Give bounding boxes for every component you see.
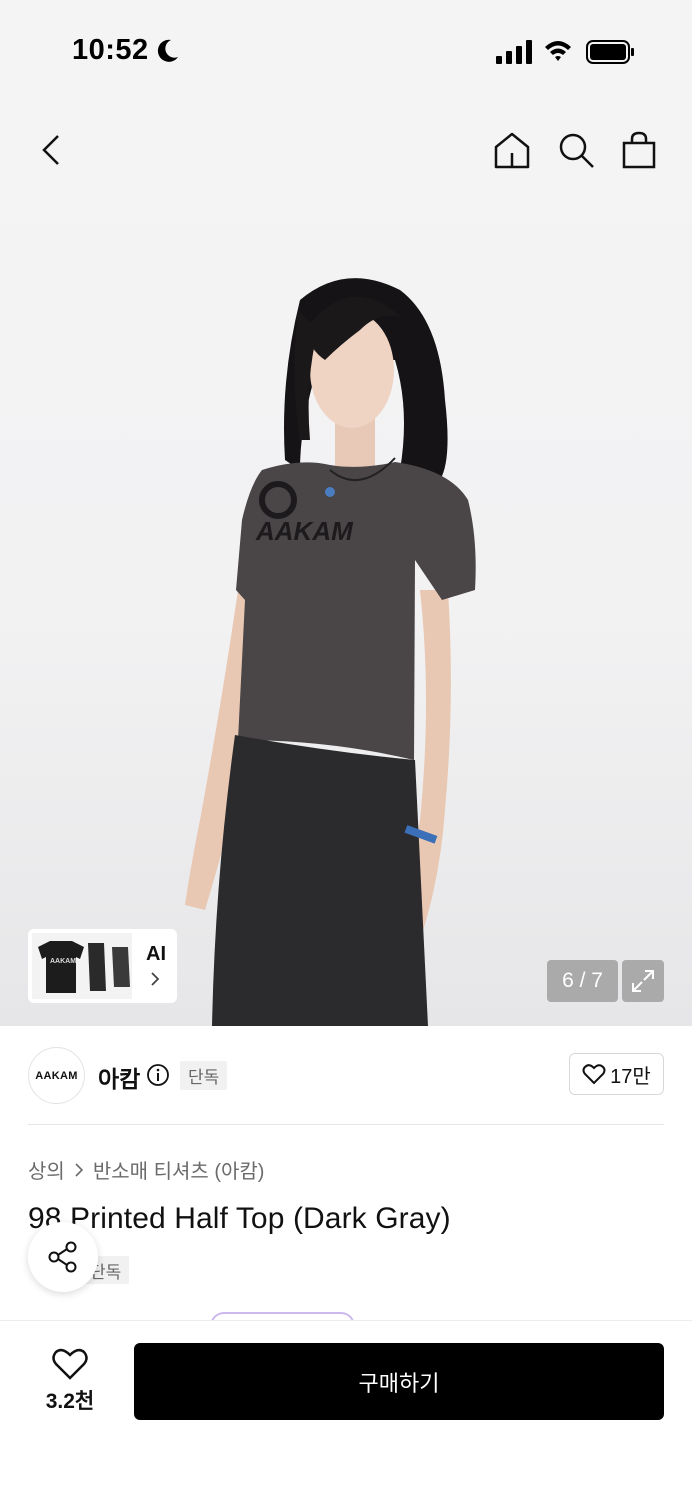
product-title: 98 Printed Half Top (Dark Gray): [28, 1202, 451, 1235]
back-button[interactable]: [30, 128, 72, 172]
brand-like-button[interactable]: 17만: [569, 1053, 664, 1095]
svg-text:AAKAM: AAKAM: [255, 516, 354, 546]
chevron-right-icon: [75, 1162, 83, 1177]
home-icon: [494, 132, 530, 169]
breadcrumb-subcategory[interactable]: 반소매 티셔츠 (아캄): [93, 1155, 265, 1184]
tshirt-thumbnail: AAKAM: [32, 933, 132, 999]
brand-like-count: 17만: [610, 1065, 651, 1088]
battery-icon: [586, 40, 634, 64]
moon-icon: [157, 39, 178, 62]
ai-similar-products-button[interactable]: AAKAM AI: [28, 929, 177, 1003]
product-image-gallery[interactable]: AAKAM 10:52 AAKAM AI 6 / 7: [0, 0, 692, 1026]
breadcrumb: 상의 반소매 티셔츠 (아캄): [28, 1155, 264, 1184]
wifi-icon: [545, 41, 571, 61]
brand-row: AAKAM 아캄 단독 17만: [28, 1046, 664, 1106]
signal-icon: [496, 40, 532, 64]
search-button[interactable]: [554, 128, 598, 172]
buy-button[interactable]: 구매하기: [134, 1343, 664, 1420]
brand-name[interactable]: 아캄: [98, 1060, 140, 1094]
status-bar: 10:52: [0, 0, 692, 100]
heart-icon: [582, 1064, 606, 1085]
heart-icon: [52, 1348, 88, 1380]
expand-icon: [632, 970, 654, 992]
image-counter: 6 / 7: [547, 960, 618, 1002]
bag-icon: [622, 131, 656, 169]
exclusive-badge: 단독: [180, 1061, 228, 1090]
brand-logo[interactable]: AAKAM: [28, 1047, 85, 1104]
status-time: 10:52: [72, 34, 149, 66]
divider: [28, 1124, 664, 1125]
chevron-right-icon: [151, 972, 160, 986]
wishlist-button[interactable]: 3.2천: [30, 1343, 110, 1423]
back-icon: [42, 135, 59, 165]
svg-text:AAKAM: AAKAM: [50, 958, 76, 965]
breadcrumb-category[interactable]: 상의: [28, 1155, 65, 1184]
expand-image-button[interactable]: [622, 960, 664, 1002]
share-icon: [48, 1241, 77, 1273]
cart-button[interactable]: [617, 128, 661, 172]
search-icon: [559, 133, 594, 168]
home-button[interactable]: [490, 128, 534, 172]
bottom-action-bar: 3.2천 구매하기: [0, 1320, 692, 1500]
ai-label: AI: [146, 943, 166, 965]
info-icon[interactable]: [146, 1063, 170, 1087]
share-button[interactable]: [28, 1222, 98, 1292]
wishlist-count: 3.2천: [45, 1390, 95, 1413]
